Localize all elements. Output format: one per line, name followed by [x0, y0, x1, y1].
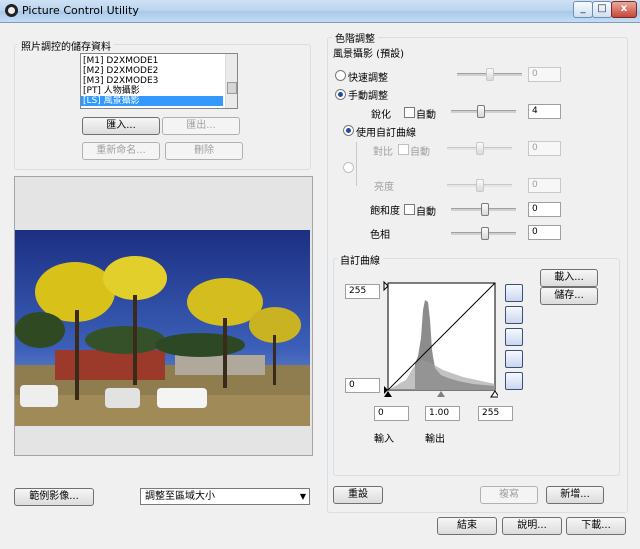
contrast-circle-icon[interactable]: [505, 306, 523, 324]
list-item[interactable]: [PT] 人物攝影: [81, 86, 223, 96]
storage-group-label: 照片調控的儲存資料: [18, 38, 114, 53]
sharpening-auto-label: 自動: [416, 110, 436, 121]
save-curve-button[interactable]: 儲存...: [540, 287, 598, 305]
custom-curve-label: 使用自訂曲線: [356, 128, 416, 139]
contrast-brightness-radio[interactable]: [343, 162, 354, 173]
linear-curve-icon[interactable]: [505, 372, 523, 390]
input-label: 輸入: [374, 434, 394, 445]
contrast-label: 對比: [373, 147, 393, 158]
gamma-field[interactable]: 1.00: [425, 406, 460, 421]
bracket-line: [356, 142, 371, 186]
maximize-button[interactable]: □: [592, 1, 612, 18]
app-icon: [5, 4, 18, 17]
sample-image-button[interactable]: 範例影像...: [14, 488, 94, 506]
contrast-value[interactable]: 0: [528, 141, 561, 156]
quick-adjust-radio[interactable]: [335, 70, 346, 81]
load-curve-button[interactable]: 載入...: [540, 269, 598, 287]
brightness-value[interactable]: 0: [528, 178, 561, 193]
fit-to-area-select[interactable]: 調整至區域大小 ▼: [140, 488, 310, 505]
eyedropper-gray-icon[interactable]: [505, 350, 523, 368]
minimize-button[interactable]: _: [573, 1, 593, 18]
fit-select-value: 調整至區域大小: [145, 491, 215, 502]
picture-control-list[interactable]: [M1] D2XMODE1 [M2] D2XMODE2 [M3] D2XMODE…: [80, 53, 238, 109]
list-item[interactable]: [M1] D2XMODE1: [81, 56, 223, 66]
window-title: Picture Control Utility: [22, 4, 139, 17]
list-scrollbar[interactable]: [225, 54, 237, 108]
eyedropper-icon[interactable]: [505, 328, 523, 346]
copy-button[interactable]: 複寫: [480, 486, 538, 504]
sharpening-value[interactable]: 4: [528, 104, 561, 119]
download-button[interactable]: 下載...: [566, 517, 626, 535]
import-button[interactable]: 匯入...: [82, 117, 160, 135]
preset-name: 風景攝影 (預設): [333, 49, 404, 60]
curve-graph[interactable]: [383, 280, 498, 402]
saturation-label: 飽和度: [370, 206, 400, 217]
output-max-field[interactable]: 255: [345, 284, 380, 299]
saturation-value[interactable]: 0: [528, 202, 561, 217]
chevron-down-icon: ▼: [299, 492, 306, 501]
hue-label: 色相: [370, 230, 390, 241]
contrast-auto-checkbox[interactable]: [398, 144, 409, 155]
quick-adjust-label: 快速調整: [348, 73, 388, 84]
list-item[interactable]: [M2] D2XMODE2: [81, 66, 223, 76]
custom-curve-group-label: 自訂曲線: [337, 252, 383, 267]
help-button[interactable]: 說明...: [502, 517, 562, 535]
list-item-selected[interactable]: [LS] 風景攝影: [81, 96, 223, 106]
list-item[interactable]: [M3] D2XMODE3: [81, 76, 223, 86]
output-min-field[interactable]: 0: [345, 378, 380, 393]
saturation-slider[interactable]: [481, 203, 489, 216]
manual-adjust-label: 手動調整: [348, 91, 388, 102]
input-white-field[interactable]: 255: [478, 406, 513, 421]
saturation-auto-checkbox[interactable]: [404, 204, 415, 215]
scrollbar-thumb[interactable]: [227, 82, 237, 94]
histogram-icon[interactable]: [505, 284, 523, 302]
sharpening-label: 銳化: [371, 110, 391, 121]
brightness-slider[interactable]: [476, 179, 484, 192]
sharpening-auto-checkbox[interactable]: [404, 107, 415, 118]
input-black-field[interactable]: 0: [374, 406, 409, 421]
manual-adjust-radio[interactable]: [335, 89, 346, 100]
sharpening-slider[interactable]: [477, 105, 485, 118]
quick-adjust-value[interactable]: 0: [528, 67, 561, 82]
delete-button[interactable]: 刪除: [165, 142, 243, 160]
close-button[interactable]: 結束: [437, 517, 497, 535]
adjustment-group-label: 色階調整: [332, 30, 378, 45]
sample-photo: [15, 230, 310, 426]
contrast-slider[interactable]: [476, 142, 484, 155]
contrast-auto-label: 自動: [410, 147, 430, 158]
new-button[interactable]: 新增...: [546, 486, 604, 504]
quick-adjust-slider[interactable]: [486, 68, 494, 81]
export-button[interactable]: 匯出...: [162, 117, 240, 135]
output-label: 輸出: [425, 434, 445, 445]
hue-slider[interactable]: [481, 227, 489, 240]
rename-button[interactable]: 重新命名...: [82, 142, 160, 160]
brightness-label: 亮度: [374, 182, 394, 193]
saturation-auto-label: 自動: [416, 207, 436, 218]
close-window-button[interactable]: x: [611, 1, 637, 18]
reset-button[interactable]: 重設: [333, 486, 383, 504]
custom-curve-radio[interactable]: [343, 125, 354, 136]
hue-value[interactable]: 0: [528, 225, 561, 240]
